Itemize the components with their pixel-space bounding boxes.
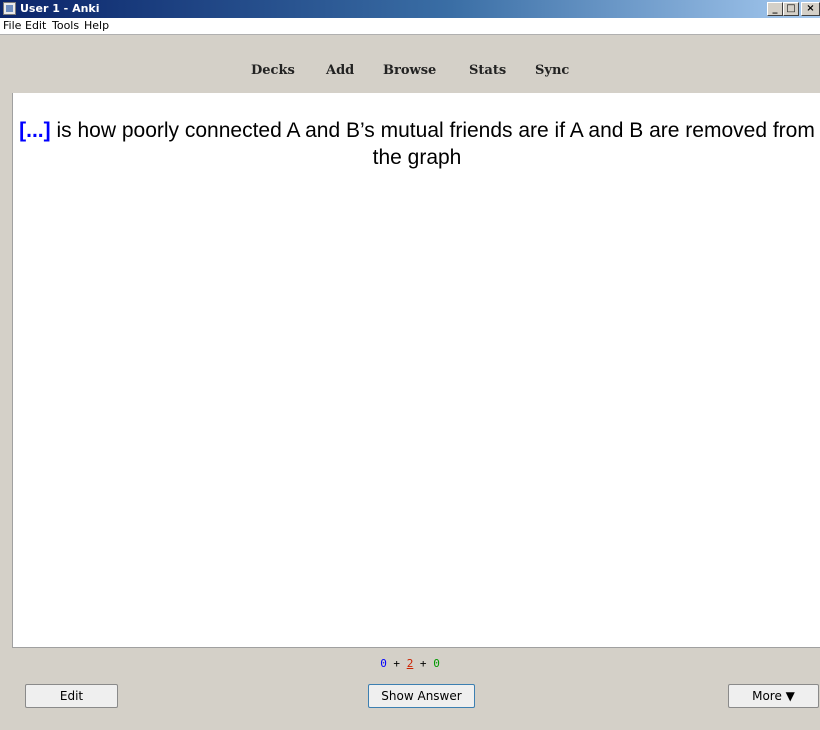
toolbar-stats-link[interactable]: Stats	[469, 63, 506, 78]
toolbar-add-link[interactable]: Add	[326, 63, 354, 78]
anki-app-icon[interactable]	[3, 2, 16, 15]
new-count: 0	[380, 657, 387, 670]
menu-help[interactable]: Help	[84, 19, 109, 32]
count-separator: +	[413, 657, 434, 670]
minimize-button[interactable]: _	[767, 2, 783, 16]
show-answer-button[interactable]: Show Answer	[368, 684, 475, 708]
menu-bar: File Edit Tools Help	[0, 18, 820, 35]
edit-button[interactable]: Edit	[25, 684, 118, 708]
card-review-area: [...] is how poorly connected A and B’s …	[12, 93, 820, 648]
menu-tools[interactable]: Tools	[52, 19, 79, 32]
due-counts: 0 + 2 + 0	[0, 657, 820, 670]
close-button[interactable]: ×	[801, 2, 820, 16]
count-separator: +	[386, 657, 407, 670]
maximize-button[interactable]: □	[783, 2, 799, 16]
toolbar-browse-link[interactable]: Browse	[383, 63, 436, 78]
menu-edit[interactable]: Edit	[25, 19, 46, 32]
question-text: is how poorly connected A and B’s mutual…	[50, 119, 815, 169]
review-count: 0	[433, 657, 440, 670]
toolbar-decks-link[interactable]: Decks	[251, 63, 295, 78]
window-title: User 1 - Anki	[20, 2, 100, 15]
bottom-bar: 0 + 2 + 0 Edit Show Answer More ▼	[0, 648, 820, 730]
more-button[interactable]: More ▼	[728, 684, 819, 708]
top-toolbar: Decks Add Browse Stats Sync	[0, 35, 820, 93]
card-question: [...] is how poorly connected A and B’s …	[13, 117, 820, 171]
toolbar-sync-link[interactable]: Sync	[535, 63, 569, 78]
menu-file[interactable]: File	[3, 19, 21, 32]
title-bar[interactable]: User 1 - Anki _ □ ×	[0, 0, 820, 18]
cloze-placeholder: [...]	[19, 119, 51, 142]
